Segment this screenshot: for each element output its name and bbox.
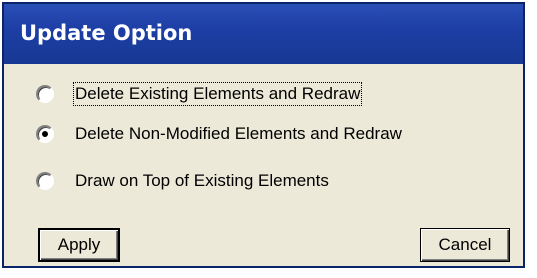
option-label: Draw on Top of Existing Elements [75,171,329,190]
radio-button-icon[interactable] [36,85,54,103]
option-label: Delete Existing Elements and Redraw [72,82,363,106]
option-delete-non-modified[interactable]: Delete Non-Modified Elements and Redraw [36,124,402,144]
radio-button-selected-icon[interactable] [36,125,54,143]
option-delete-existing[interactable]: Delete Existing Elements and Redraw [36,82,363,106]
option-draw-on-top[interactable]: Draw on Top of Existing Elements [36,171,329,191]
apply-button[interactable]: Apply [38,228,120,262]
dialog-title: Update Option [20,21,193,45]
radio-dot-icon [42,131,48,137]
option-label: Delete Non-Modified Elements and Redraw [75,124,402,143]
update-option-dialog: Update Option Delete Existing Elements a… [2,2,525,268]
radio-button-icon[interactable] [36,172,54,190]
title-bar[interactable]: Update Option [4,4,523,64]
cancel-button[interactable]: Cancel [420,228,510,262]
